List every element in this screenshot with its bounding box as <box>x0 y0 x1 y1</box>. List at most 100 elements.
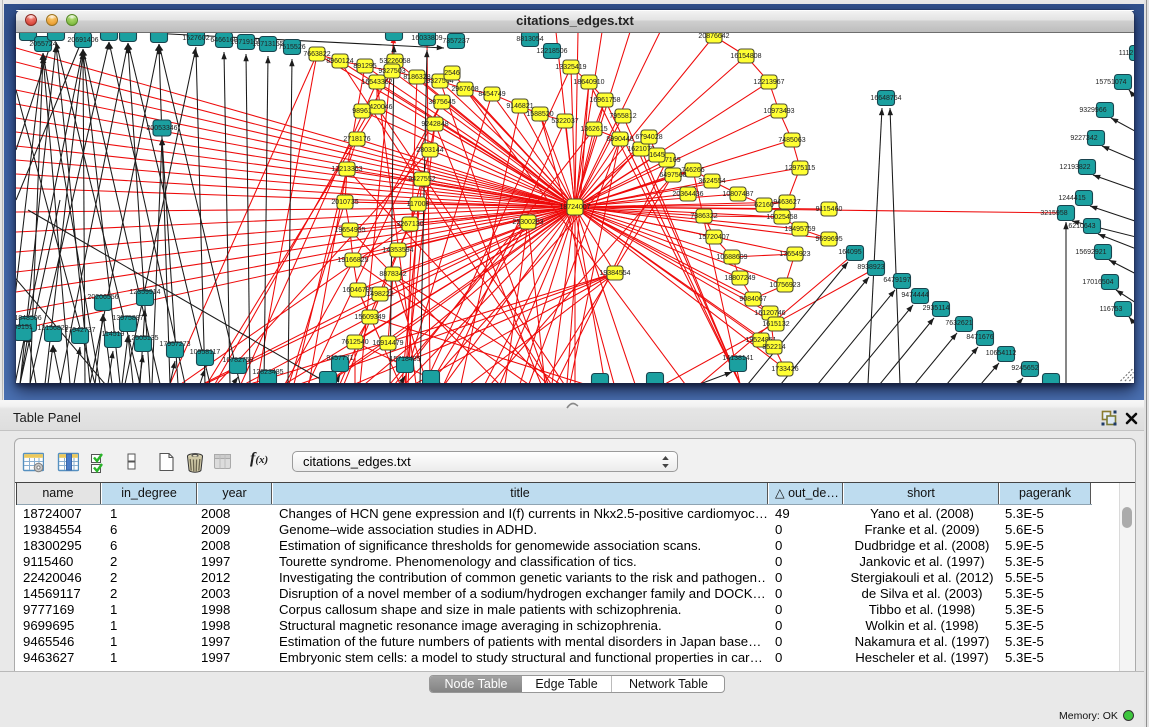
svg-text:20876642: 20876642 <box>698 33 729 40</box>
svg-text:117008: 117008 <box>407 201 430 208</box>
svg-text:8813054: 8813054 <box>516 36 543 43</box>
svg-text:13654923: 13654923 <box>779 251 810 258</box>
svg-text:10025458: 10025458 <box>766 214 797 221</box>
svg-text:10688609: 10688609 <box>716 254 747 261</box>
svg-text:12213967: 12213967 <box>753 79 784 86</box>
svg-text:9227342: 9227342 <box>1070 135 1097 142</box>
svg-text:2718176: 2718176 <box>343 136 370 143</box>
svg-text:9146821: 9146821 <box>506 103 533 110</box>
svg-text:20364436: 20364436 <box>672 191 703 198</box>
svg-text:3267130: 3267130 <box>396 221 423 228</box>
svg-text:14353594: 14353594 <box>382 247 413 254</box>
svg-text:114519: 114519 <box>102 331 125 338</box>
svg-text:16154808: 16154808 <box>730 53 761 60</box>
svg-text:116753: 116753 <box>1100 306 1123 313</box>
svg-text:6794028: 6794028 <box>635 134 662 141</box>
svg-text:10973493: 10973493 <box>763 108 794 115</box>
svg-text:10958117: 10958117 <box>190 349 221 356</box>
svg-text:7663822: 7663822 <box>303 51 330 58</box>
svg-text:7612540: 7612540 <box>341 339 368 346</box>
svg-text:891295: 891295 <box>353 63 376 70</box>
svg-text:6497568: 6497568 <box>659 172 686 179</box>
svg-text:13495759: 13495759 <box>784 226 815 233</box>
svg-text:1733426: 1733426 <box>771 366 798 373</box>
svg-text:9242848: 9242848 <box>421 121 448 128</box>
svg-text:1588520: 1588520 <box>526 111 553 118</box>
svg-text:12505135: 12505135 <box>127 335 158 342</box>
svg-text:25300203: 25300203 <box>512 219 543 226</box>
svg-text:2546: 2546 <box>444 70 460 77</box>
svg-text:8878342: 8878342 <box>379 271 406 278</box>
svg-text:12975115: 12975115 <box>785 165 816 172</box>
svg-text:8990448: 8990448 <box>606 136 633 143</box>
svg-text:12359914: 12359914 <box>129 289 160 296</box>
svg-text:20691406: 20691406 <box>67 37 98 44</box>
svg-text:9245652: 9245652 <box>1011 365 1038 372</box>
svg-text:17016504: 17016504 <box>1082 279 1113 286</box>
svg-text:17942737: 17942737 <box>64 327 95 334</box>
svg-text:9474444: 9474444 <box>901 292 928 299</box>
svg-text:7515526: 7515526 <box>278 44 305 51</box>
svg-text:8471676: 8471676 <box>966 334 993 341</box>
svg-text:16648764: 16648764 <box>870 95 901 102</box>
svg-text:15692921: 15692921 <box>1075 249 1106 256</box>
svg-text:13975887: 13975887 <box>112 315 143 322</box>
svg-text:13325419: 13325419 <box>555 64 586 71</box>
svg-text:6479197: 6479197 <box>883 277 910 284</box>
svg-text:98961: 98961 <box>352 108 372 115</box>
svg-text:12193822: 12193822 <box>1059 164 1090 171</box>
svg-text:16033809: 16033809 <box>411 35 442 42</box>
svg-text:12213363: 12213363 <box>331 166 362 173</box>
svg-text:7357237: 7357237 <box>442 38 469 45</box>
svg-text:16782759: 16782759 <box>222 357 253 364</box>
svg-text:1362615: 1362615 <box>580 126 607 133</box>
svg-text:18807249: 18807249 <box>724 275 755 282</box>
svg-text:16120746: 16120746 <box>754 310 785 317</box>
svg-text:10756923: 10756923 <box>769 282 800 289</box>
svg-text:8454749: 8454749 <box>478 91 505 98</box>
svg-text:3624554: 3624554 <box>698 178 725 185</box>
svg-text:16210643: 16210643 <box>1064 223 1095 230</box>
svg-text:8960124: 8960124 <box>326 58 353 65</box>
svg-text:10654112: 10654112 <box>986 350 1017 357</box>
svg-text:1498222: 1498222 <box>366 291 393 298</box>
svg-text:852214: 852214 <box>762 344 785 351</box>
svg-text:3875645: 3875645 <box>428 99 455 106</box>
svg-text:9457771: 9457771 <box>326 355 353 362</box>
svg-text:14138141: 14138141 <box>722 355 753 362</box>
svg-text:8938923: 8938923 <box>857 264 884 271</box>
svg-text:17957273: 17957273 <box>159 341 190 348</box>
svg-text:15718485: 15718485 <box>389 356 420 363</box>
svg-text:9699695: 9699695 <box>815 236 842 243</box>
svg-text:1112: 1112 <box>1119 50 1134 57</box>
svg-text:16914479: 16914479 <box>372 340 403 347</box>
svg-text:1615132: 1615132 <box>762 321 789 328</box>
svg-text:7955812: 7955812 <box>609 113 636 120</box>
svg-text:2803144: 2803144 <box>416 147 443 154</box>
svg-text:2055724: 2055724 <box>29 41 56 48</box>
svg-text:7632621: 7632621 <box>945 320 972 327</box>
svg-text:1527602: 1527602 <box>182 35 209 42</box>
svg-text:20206556: 20206556 <box>87 294 118 301</box>
svg-text:9327503: 9327503 <box>378 68 405 75</box>
svg-text:1244415: 1244415 <box>1058 195 1085 202</box>
svg-text:12218506: 12218506 <box>536 48 567 55</box>
svg-text:12823485: 12823485 <box>252 369 283 376</box>
svg-text:19654935: 19654935 <box>334 227 365 234</box>
svg-text:19384554: 19384554 <box>599 270 630 277</box>
svg-text:7386322: 7386322 <box>690 213 717 220</box>
svg-text:39151: 39151 <box>16 324 33 331</box>
svg-text:18724007: 18724007 <box>559 204 590 211</box>
svg-text:1848506: 1848506 <box>16 315 42 322</box>
svg-text:18640910: 18640910 <box>573 79 604 86</box>
svg-text:3215958: 3215958 <box>1040 210 1067 217</box>
svg-text:7485063: 7485063 <box>778 137 805 144</box>
svg-text:15609349: 15609349 <box>354 314 385 321</box>
svg-text:9463627: 9463627 <box>773 199 800 206</box>
svg-text:16961758: 16961758 <box>589 97 620 104</box>
svg-text:16543362: 16543362 <box>361 79 392 86</box>
svg-text:5322037: 5322037 <box>551 118 578 125</box>
svg-text:9329966: 9329966 <box>1079 107 1106 114</box>
svg-text:2010735: 2010735 <box>331 199 358 206</box>
svg-text:9115460: 9115460 <box>816 206 843 213</box>
